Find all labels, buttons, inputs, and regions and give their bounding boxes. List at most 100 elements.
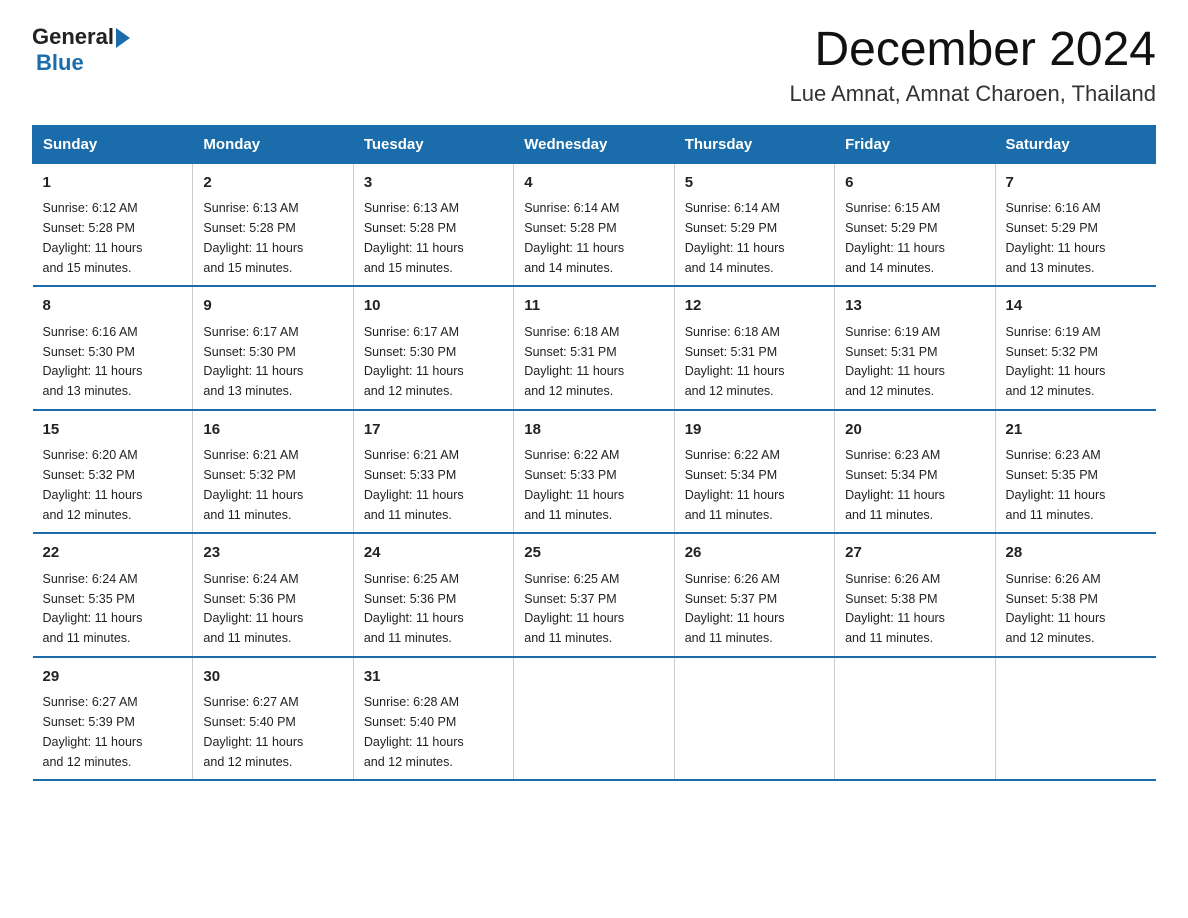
day-number: 26 — [685, 542, 824, 565]
day-info: Sunrise: 6:15 AMSunset: 5:29 PMDaylight:… — [845, 201, 945, 274]
day-info: Sunrise: 6:14 AMSunset: 5:28 PMDaylight:… — [524, 201, 624, 274]
day-number: 15 — [43, 419, 183, 442]
day-info: Sunrise: 6:18 AMSunset: 5:31 PMDaylight:… — [685, 325, 785, 398]
calendar-cell: 18 Sunrise: 6:22 AMSunset: 5:33 PMDaylig… — [514, 410, 674, 534]
day-number: 6 — [845, 172, 984, 195]
calendar-cell: 21 Sunrise: 6:23 AMSunset: 5:35 PMDaylig… — [995, 410, 1155, 534]
calendar-cell: 29 Sunrise: 6:27 AMSunset: 5:39 PMDaylig… — [33, 657, 193, 781]
calendar-cell: 12 Sunrise: 6:18 AMSunset: 5:31 PMDaylig… — [674, 286, 834, 410]
day-number: 25 — [524, 542, 663, 565]
calendar-title: December 2024 — [789, 24, 1156, 77]
calendar-cell: 11 Sunrise: 6:18 AMSunset: 5:31 PMDaylig… — [514, 286, 674, 410]
calendar-cell: 30 Sunrise: 6:27 AMSunset: 5:40 PMDaylig… — [193, 657, 353, 781]
calendar-cell: 17 Sunrise: 6:21 AMSunset: 5:33 PMDaylig… — [353, 410, 513, 534]
logo-blue-text: Blue — [36, 50, 130, 76]
header-friday: Friday — [835, 125, 995, 163]
day-info: Sunrise: 6:16 AMSunset: 5:29 PMDaylight:… — [1006, 201, 1106, 274]
day-info: Sunrise: 6:26 AMSunset: 5:38 PMDaylight:… — [845, 572, 945, 645]
day-info: Sunrise: 6:28 AMSunset: 5:40 PMDaylight:… — [364, 695, 464, 768]
calendar-subtitle: Lue Amnat, Amnat Charoen, Thailand — [789, 81, 1156, 107]
calendar-cell: 8 Sunrise: 6:16 AMSunset: 5:30 PMDayligh… — [33, 286, 193, 410]
day-number: 4 — [524, 172, 663, 195]
calendar-cell: 15 Sunrise: 6:20 AMSunset: 5:32 PMDaylig… — [33, 410, 193, 534]
day-number: 29 — [43, 666, 183, 689]
calendar-table: SundayMondayTuesdayWednesdayThursdayFrid… — [32, 125, 1156, 782]
day-info: Sunrise: 6:19 AMSunset: 5:31 PMDaylight:… — [845, 325, 945, 398]
calendar-cell — [674, 657, 834, 781]
calendar-cell: 19 Sunrise: 6:22 AMSunset: 5:34 PMDaylig… — [674, 410, 834, 534]
day-info: Sunrise: 6:17 AMSunset: 5:30 PMDaylight:… — [203, 325, 303, 398]
logo-arrow-icon — [116, 28, 130, 48]
header-tuesday: Tuesday — [353, 125, 513, 163]
day-info: Sunrise: 6:21 AMSunset: 5:33 PMDaylight:… — [364, 448, 464, 521]
week-row-1: 1 Sunrise: 6:12 AMSunset: 5:28 PMDayligh… — [33, 163, 1156, 286]
day-number: 30 — [203, 666, 342, 689]
calendar-cell: 14 Sunrise: 6:19 AMSunset: 5:32 PMDaylig… — [995, 286, 1155, 410]
calendar-cell: 5 Sunrise: 6:14 AMSunset: 5:29 PMDayligh… — [674, 163, 834, 286]
day-info: Sunrise: 6:27 AMSunset: 5:40 PMDaylight:… — [203, 695, 303, 768]
header-monday: Monday — [193, 125, 353, 163]
day-number: 5 — [685, 172, 824, 195]
calendar-cell: 3 Sunrise: 6:13 AMSunset: 5:28 PMDayligh… — [353, 163, 513, 286]
day-number: 9 — [203, 295, 342, 318]
day-number: 23 — [203, 542, 342, 565]
day-info: Sunrise: 6:24 AMSunset: 5:36 PMDaylight:… — [203, 572, 303, 645]
calendar-cell: 9 Sunrise: 6:17 AMSunset: 5:30 PMDayligh… — [193, 286, 353, 410]
header-row: SundayMondayTuesdayWednesdayThursdayFrid… — [33, 125, 1156, 163]
day-number: 24 — [364, 542, 503, 565]
calendar-cell: 28 Sunrise: 6:26 AMSunset: 5:38 PMDaylig… — [995, 533, 1155, 657]
calendar-cell: 25 Sunrise: 6:25 AMSunset: 5:37 PMDaylig… — [514, 533, 674, 657]
calendar-cell: 27 Sunrise: 6:26 AMSunset: 5:38 PMDaylig… — [835, 533, 995, 657]
day-info: Sunrise: 6:24 AMSunset: 5:35 PMDaylight:… — [43, 572, 143, 645]
calendar-cell: 31 Sunrise: 6:28 AMSunset: 5:40 PMDaylig… — [353, 657, 513, 781]
day-info: Sunrise: 6:25 AMSunset: 5:37 PMDaylight:… — [524, 572, 624, 645]
day-info: Sunrise: 6:27 AMSunset: 5:39 PMDaylight:… — [43, 695, 143, 768]
day-number: 27 — [845, 542, 984, 565]
day-number: 14 — [1006, 295, 1146, 318]
title-block: December 2024 Lue Amnat, Amnat Charoen, … — [789, 24, 1156, 107]
day-number: 10 — [364, 295, 503, 318]
day-info: Sunrise: 6:23 AMSunset: 5:34 PMDaylight:… — [845, 448, 945, 521]
day-info: Sunrise: 6:13 AMSunset: 5:28 PMDaylight:… — [364, 201, 464, 274]
calendar-cell: 23 Sunrise: 6:24 AMSunset: 5:36 PMDaylig… — [193, 533, 353, 657]
day-number: 3 — [364, 172, 503, 195]
calendar-cell — [835, 657, 995, 781]
day-number: 20 — [845, 419, 984, 442]
day-info: Sunrise: 6:19 AMSunset: 5:32 PMDaylight:… — [1006, 325, 1106, 398]
day-number: 19 — [685, 419, 824, 442]
calendar-cell: 16 Sunrise: 6:21 AMSunset: 5:32 PMDaylig… — [193, 410, 353, 534]
calendar-cell: 13 Sunrise: 6:19 AMSunset: 5:31 PMDaylig… — [835, 286, 995, 410]
day-number: 1 — [43, 172, 183, 195]
day-info: Sunrise: 6:16 AMSunset: 5:30 PMDaylight:… — [43, 325, 143, 398]
day-number: 11 — [524, 295, 663, 318]
calendar-cell: 4 Sunrise: 6:14 AMSunset: 5:28 PMDayligh… — [514, 163, 674, 286]
day-number: 18 — [524, 419, 663, 442]
calendar-cell: 20 Sunrise: 6:23 AMSunset: 5:34 PMDaylig… — [835, 410, 995, 534]
day-number: 16 — [203, 419, 342, 442]
page-header: General Blue December 2024 Lue Amnat, Am… — [32, 24, 1156, 107]
day-info: Sunrise: 6:26 AMSunset: 5:37 PMDaylight:… — [685, 572, 785, 645]
calendar-cell: 22 Sunrise: 6:24 AMSunset: 5:35 PMDaylig… — [33, 533, 193, 657]
day-info: Sunrise: 6:26 AMSunset: 5:38 PMDaylight:… — [1006, 572, 1106, 645]
day-number: 2 — [203, 172, 342, 195]
day-info: Sunrise: 6:25 AMSunset: 5:36 PMDaylight:… — [364, 572, 464, 645]
day-number: 22 — [43, 542, 183, 565]
week-row-3: 15 Sunrise: 6:20 AMSunset: 5:32 PMDaylig… — [33, 410, 1156, 534]
day-number: 13 — [845, 295, 984, 318]
day-number: 31 — [364, 666, 503, 689]
calendar-cell: 10 Sunrise: 6:17 AMSunset: 5:30 PMDaylig… — [353, 286, 513, 410]
calendar-cell: 24 Sunrise: 6:25 AMSunset: 5:36 PMDaylig… — [353, 533, 513, 657]
day-info: Sunrise: 6:22 AMSunset: 5:34 PMDaylight:… — [685, 448, 785, 521]
day-number: 28 — [1006, 542, 1146, 565]
logo-general-text: General — [32, 24, 114, 50]
calendar-cell — [514, 657, 674, 781]
week-row-4: 22 Sunrise: 6:24 AMSunset: 5:35 PMDaylig… — [33, 533, 1156, 657]
calendar-cell: 7 Sunrise: 6:16 AMSunset: 5:29 PMDayligh… — [995, 163, 1155, 286]
calendar-body: 1 Sunrise: 6:12 AMSunset: 5:28 PMDayligh… — [33, 163, 1156, 780]
day-number: 17 — [364, 419, 503, 442]
calendar-cell: 6 Sunrise: 6:15 AMSunset: 5:29 PMDayligh… — [835, 163, 995, 286]
week-row-5: 29 Sunrise: 6:27 AMSunset: 5:39 PMDaylig… — [33, 657, 1156, 781]
logo: General Blue — [32, 24, 130, 76]
day-info: Sunrise: 6:13 AMSunset: 5:28 PMDaylight:… — [203, 201, 303, 274]
calendar-cell: 2 Sunrise: 6:13 AMSunset: 5:28 PMDayligh… — [193, 163, 353, 286]
